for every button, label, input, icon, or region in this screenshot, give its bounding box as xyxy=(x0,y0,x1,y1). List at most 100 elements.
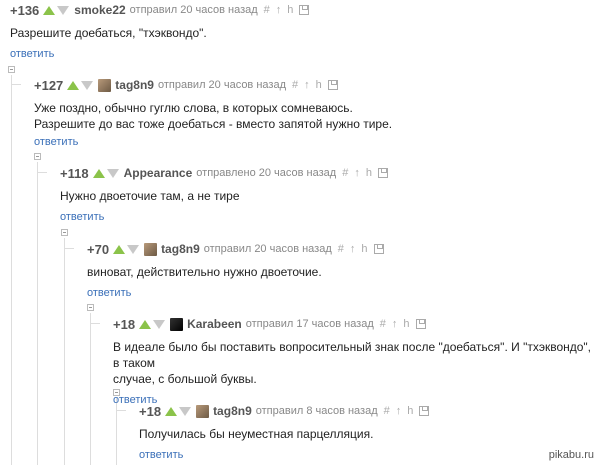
permalink-icon[interactable]: # xyxy=(384,405,390,417)
parent-arrow-icon[interactable]: ↑ xyxy=(392,318,398,330)
comment-timestamp: отправил 20 часов назад xyxy=(129,4,258,16)
branch-icon[interactable]: h xyxy=(316,79,322,91)
comment-text: Получилась бы неуместная парцелляция. xyxy=(139,427,374,441)
comment-text: виноват, действительно нужно двоеточие. xyxy=(87,265,322,279)
comment-text: Уже поздно, обычно гуглю слова, в которы… xyxy=(34,100,392,132)
thread-line xyxy=(116,398,117,465)
avatar xyxy=(144,242,158,256)
comment-author[interactable]: tag8n9 xyxy=(213,404,252,418)
comment-header: +18 Karabeen отправил 17 часов назад # ↑… xyxy=(113,316,600,332)
thread-branch xyxy=(90,323,100,324)
comment: +118 Appearance отправлено 20 часов наза… xyxy=(60,165,388,225)
vote-down-icon[interactable] xyxy=(127,244,140,254)
comment-rating: +18 xyxy=(139,403,162,419)
save-icon[interactable] xyxy=(327,80,338,90)
comment-author[interactable]: Karabeen xyxy=(187,317,242,331)
collapse-toggle[interactable] xyxy=(8,66,15,73)
permalink-icon[interactable]: # xyxy=(264,4,270,16)
comment-text: В идеале было бы поставить вопросительны… xyxy=(113,339,600,387)
vote-down-icon[interactable] xyxy=(57,5,70,15)
collapse-toggle[interactable] xyxy=(61,229,68,236)
save-icon[interactable] xyxy=(419,406,430,416)
comment-rating: +70 xyxy=(87,241,110,257)
comment-header: +127 tag8n9 отправил 20 часов назад # ↑ … xyxy=(34,77,392,93)
avatar xyxy=(170,317,184,331)
comment: +18 Karabeen отправил 17 часов назад # ↑… xyxy=(113,316,600,408)
vote-up-icon[interactable] xyxy=(92,168,105,178)
comment: +127 tag8n9 отправил 20 часов назад # ↑ … xyxy=(34,77,392,150)
vote-down-icon[interactable] xyxy=(81,80,94,90)
collapse-toggle[interactable] xyxy=(87,304,94,311)
thread-line xyxy=(90,313,91,465)
thread-line xyxy=(11,75,12,465)
vote-up-icon[interactable] xyxy=(43,5,56,15)
collapse-toggle[interactable] xyxy=(34,153,41,160)
save-icon[interactable] xyxy=(373,244,384,254)
comment: +70 tag8n9 отправил 20 часов назад # ↑ h… xyxy=(87,241,384,301)
branch-icon[interactable]: h xyxy=(361,243,367,255)
parent-arrow-icon[interactable]: ↑ xyxy=(276,4,282,16)
save-icon[interactable] xyxy=(377,168,388,178)
comment-rating: +18 xyxy=(113,316,136,332)
comment-header: +136 smoke22 отправил 20 часов назад # ↑… xyxy=(10,2,310,18)
comment-author[interactable]: tag8n9 xyxy=(115,78,154,92)
comment-text-line: В идеале было бы поставить вопросительны… xyxy=(113,340,592,370)
thread-branch xyxy=(37,172,47,173)
reply-link[interactable]: ответить xyxy=(87,287,131,299)
comment-text: Разрешите доебаться, "тхэквондо". xyxy=(10,26,207,40)
comment-timestamp: отправил 17 часов назад xyxy=(245,318,374,330)
comment-rating: +136 xyxy=(10,2,40,18)
branch-icon[interactable]: h xyxy=(366,167,372,179)
vote-up-icon[interactable] xyxy=(139,319,152,329)
branch-icon[interactable]: h xyxy=(287,4,293,16)
watermark: pikabu.ru xyxy=(548,449,594,461)
branch-icon[interactable]: h xyxy=(403,318,409,330)
vote-up-icon[interactable] xyxy=(67,80,80,90)
permalink-icon[interactable]: # xyxy=(380,318,386,330)
vote-up-icon[interactable] xyxy=(165,406,178,416)
avatar xyxy=(98,78,112,92)
comment-text: Нужно двоеточие там, а не тире xyxy=(60,189,240,203)
comment-header: +70 tag8n9 отправил 20 часов назад # ↑ h xyxy=(87,241,384,257)
vote-down-icon[interactable] xyxy=(153,319,166,329)
parent-arrow-icon[interactable]: ↑ xyxy=(350,243,356,255)
parent-arrow-icon[interactable]: ↑ xyxy=(396,405,402,417)
comment-rating: +118 xyxy=(60,165,89,181)
comment-timestamp: отправил 8 часов назад xyxy=(255,405,378,417)
reply-link[interactable]: ответить xyxy=(139,449,183,461)
comment-text-line: Уже поздно, обычно гуглю слова, в которы… xyxy=(34,101,353,115)
branch-icon[interactable]: h xyxy=(407,405,413,417)
comment-timestamp: отправил 20 часов назад xyxy=(203,243,332,255)
comment-timestamp: отправлено 20 часов назад xyxy=(196,167,337,179)
comment-author[interactable]: smoke22 xyxy=(74,3,125,17)
comment-author[interactable]: Appearance xyxy=(124,166,193,180)
save-icon[interactable] xyxy=(415,319,426,329)
reply-link[interactable]: ответить xyxy=(10,48,54,60)
permalink-icon[interactable]: # xyxy=(338,243,344,255)
comment: +18 tag8n9 отправил 8 часов назад # ↑ h … xyxy=(139,403,430,463)
vote-down-icon[interactable] xyxy=(106,168,119,178)
comment-text-line: случае, с большой буквы. xyxy=(113,372,257,386)
permalink-icon[interactable]: # xyxy=(292,79,298,91)
avatar xyxy=(196,404,210,418)
thread-branch xyxy=(11,84,21,85)
comment-text-line: Разрешите до вас тоже доебаться - вместо… xyxy=(34,117,393,131)
comment-author[interactable]: tag8n9 xyxy=(161,242,200,256)
thread-branch xyxy=(64,248,74,249)
vote-down-icon[interactable] xyxy=(179,406,192,416)
comment-header: +118 Appearance отправлено 20 часов наза… xyxy=(60,165,388,181)
comment-header: +18 tag8n9 отправил 8 часов назад # ↑ h xyxy=(139,403,430,419)
comment-rating: +127 xyxy=(34,77,64,93)
comment-timestamp: отправил 20 часов назад xyxy=(157,79,286,91)
thread-line xyxy=(37,162,38,465)
save-icon[interactable] xyxy=(299,5,310,15)
reply-link[interactable]: ответить xyxy=(60,211,104,223)
vote-up-icon[interactable] xyxy=(113,244,126,254)
parent-arrow-icon[interactable]: ↑ xyxy=(304,79,310,91)
permalink-icon[interactable]: # xyxy=(342,167,348,179)
thread-line xyxy=(64,238,65,465)
thread-branch xyxy=(116,410,126,411)
parent-arrow-icon[interactable]: ↑ xyxy=(354,167,360,179)
comment: +136 smoke22 отправил 20 часов назад # ↑… xyxy=(10,2,310,62)
reply-link[interactable]: ответить xyxy=(34,136,78,148)
